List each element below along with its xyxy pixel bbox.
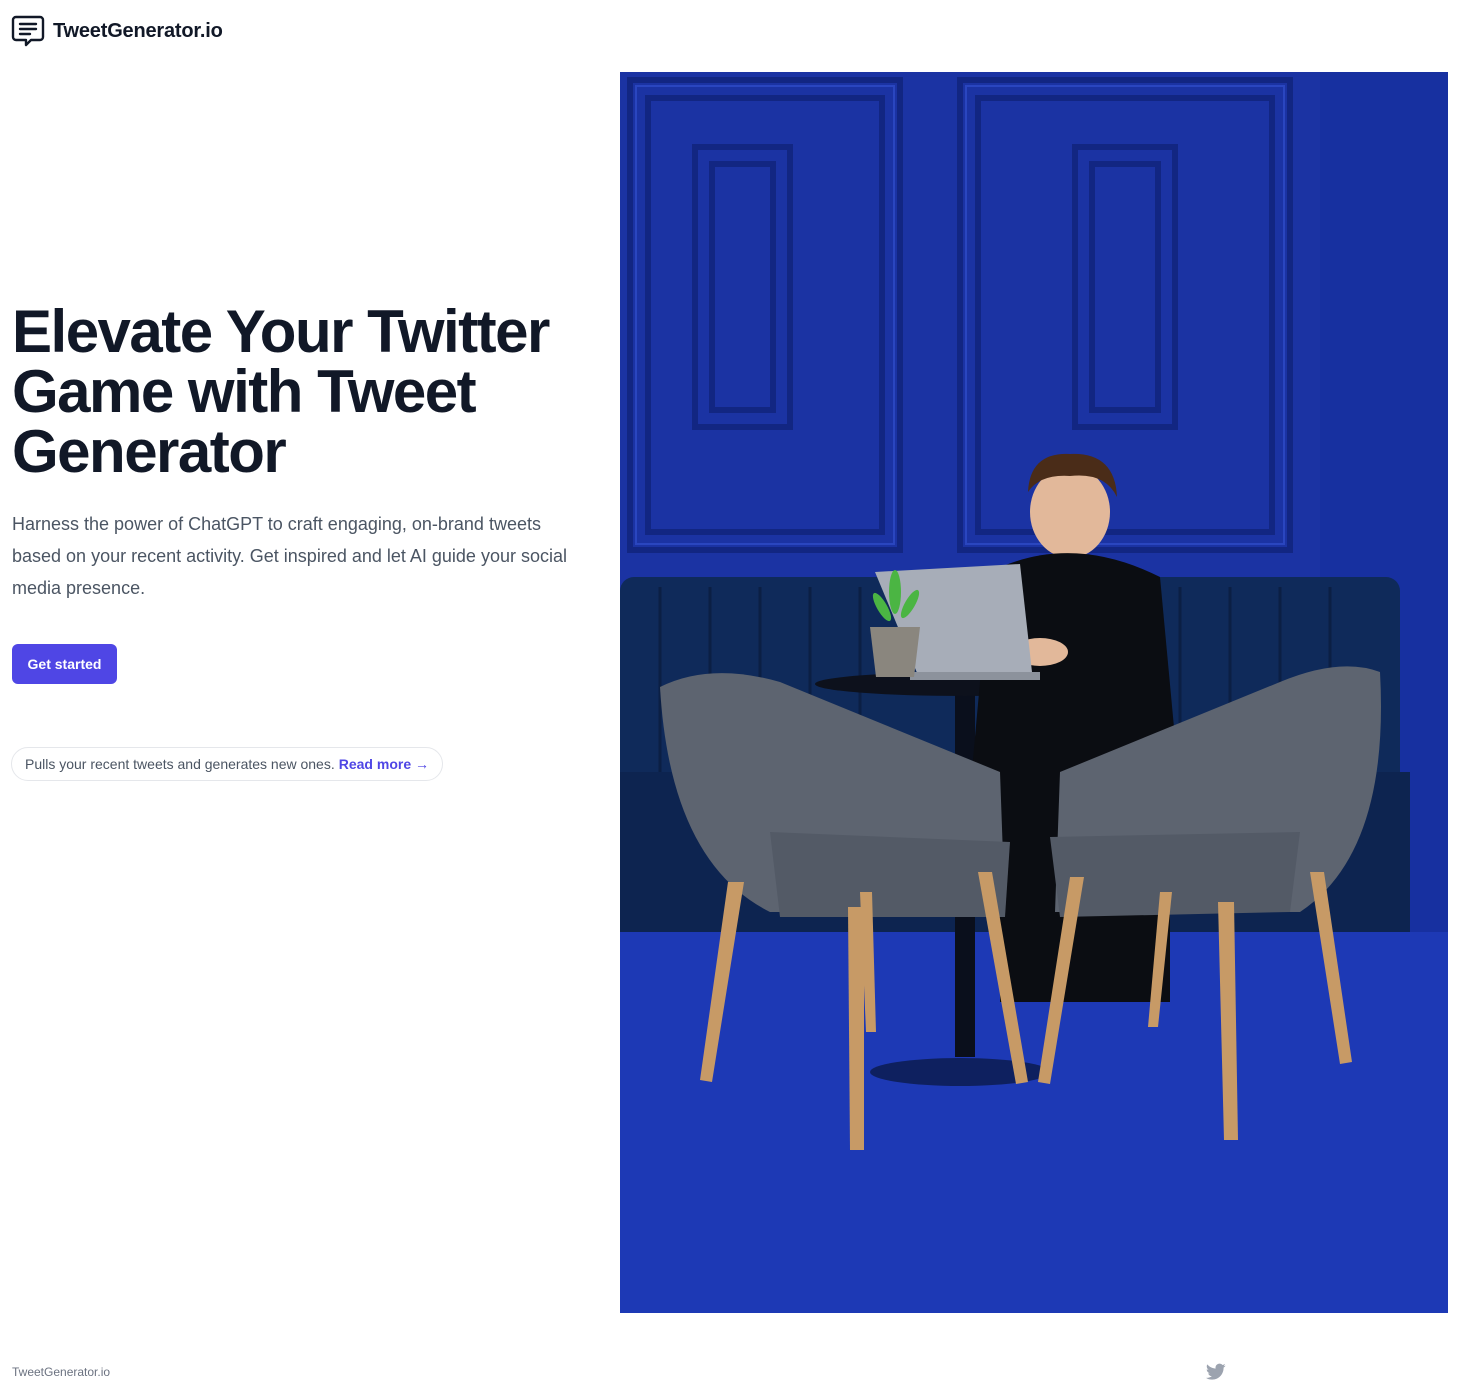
read-more-link[interactable]: Read more → <box>339 756 429 772</box>
twitter-icon[interactable] <box>1206 1363 1226 1381</box>
announcement-pill: Pulls your recent tweets and generates n… <box>11 747 443 781</box>
landing-page: TweetGenerator.io Elevate Your Twitter G… <box>0 0 1460 1397</box>
hero-subtitle: Harness the power of ChatGPT to craft en… <box>12 514 567 598</box>
hero-title: Elevate Your Twitter Game with Tweet Gen… <box>12 298 550 485</box>
footer-brand: TweetGenerator.io <box>12 1365 111 1379</box>
hero-photo <box>620 72 1448 1313</box>
brand-name: TweetGenerator.io <box>53 19 223 42</box>
chat-bubble-icon <box>11 15 45 47</box>
read-more-label: Read more <box>338 756 412 772</box>
brand-logo-link[interactable]: TweetGenerator.io <box>11 14 223 48</box>
announcement-text: Pulls your recent tweets and generates n… <box>25 756 335 772</box>
get-started-button[interactable]: Get started <box>12 644 117 684</box>
arrow-right-icon: → <box>415 756 429 772</box>
hero-photo-illustration <box>620 72 1448 1313</box>
